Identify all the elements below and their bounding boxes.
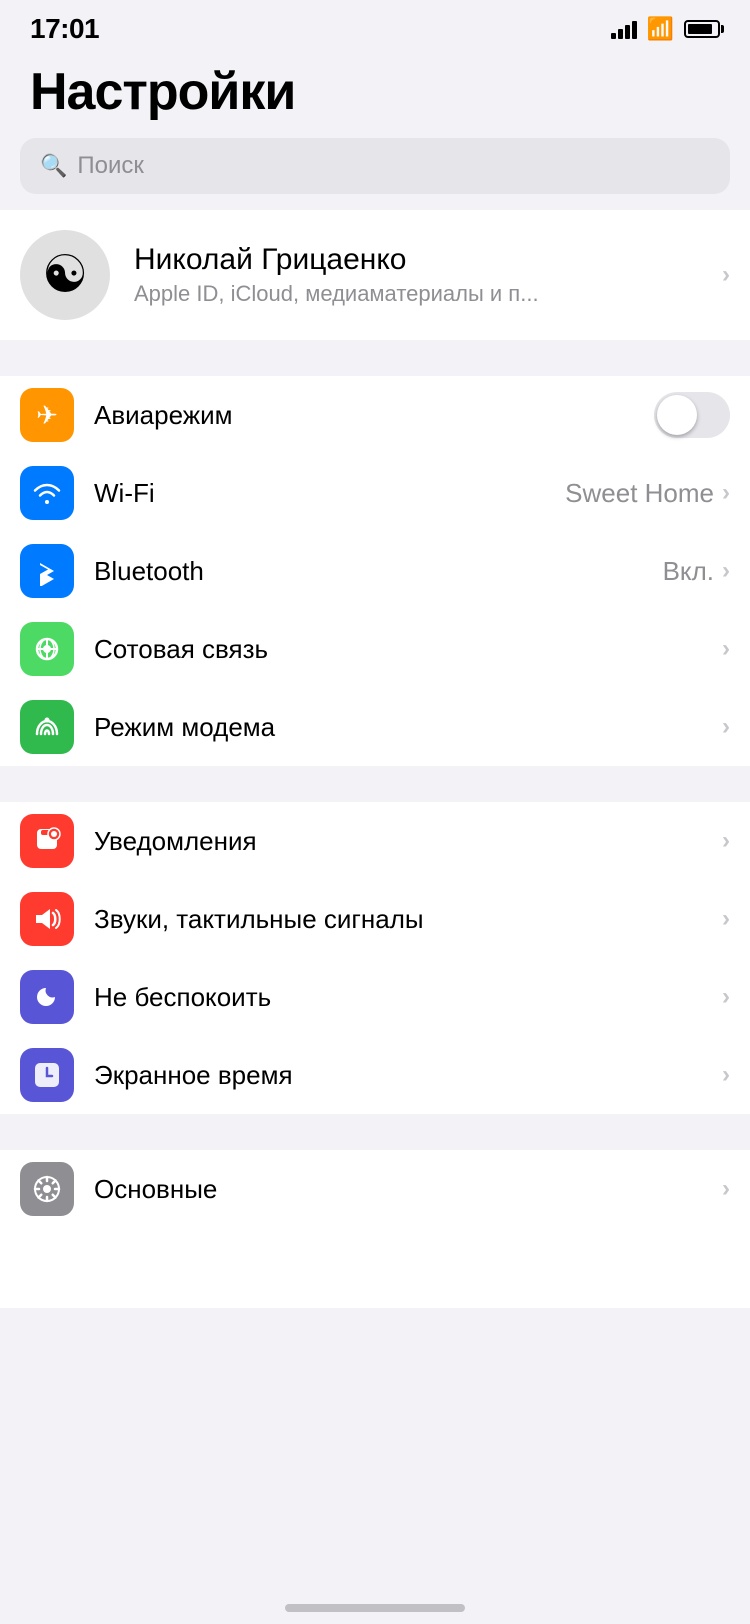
settings-item-dnd[interactable]: Не беспокоить › (0, 958, 750, 1036)
cellular-label: Сотовая связь (94, 634, 268, 665)
signal-icon (611, 19, 637, 39)
cellular-chevron: › (722, 635, 730, 663)
notifications-chevron: › (722, 827, 730, 855)
avatar: ☯ (20, 230, 110, 320)
profile-name: Николай Грицаенко (134, 243, 722, 277)
section-gap-3 (0, 1114, 750, 1150)
notifications-section: Уведомления › Звуки, тактильные сигналы … (0, 802, 750, 1114)
section-gap-1 (0, 340, 750, 376)
settings-item-general[interactable]: Основные › (0, 1150, 750, 1228)
sounds-label: Звуки, тактильные сигналы (94, 904, 424, 935)
bluetooth-label: Bluetooth (94, 556, 204, 587)
sounds-chevron: › (722, 905, 730, 933)
screentime-label: Экранное время (94, 1060, 293, 1091)
connectivity-section: ✈ Авиарежим Wi-Fi Sweet Home › (0, 376, 750, 766)
settings-item-bluetooth[interactable]: Bluetooth Вкл. › (0, 532, 750, 610)
dnd-label: Не беспокоить (94, 982, 271, 1013)
wifi-value: Sweet Home (565, 478, 714, 509)
hotspot-label: Режим модема (94, 712, 275, 743)
cellular-icon (20, 622, 74, 676)
general-section: Основные › (0, 1150, 750, 1228)
airplane-icon: ✈ (20, 388, 74, 442)
wifi-label: Wi-Fi (94, 478, 155, 509)
general-label: Основные (94, 1174, 217, 1205)
search-bar[interactable]: 🔍 Поиск (20, 138, 730, 194)
dnd-icon (20, 970, 74, 1024)
page-title: Настройки (30, 62, 720, 122)
airplane-label: Авиарежим (94, 400, 233, 431)
wifi-icon: 📶 (647, 16, 674, 42)
settings-item-sounds[interactable]: Звуки, тактильные сигналы › (0, 880, 750, 958)
page-title-container: Настройки (0, 54, 750, 138)
settings-item-screentime[interactable]: Экранное время › (0, 1036, 750, 1114)
airplane-toggle[interactable] (654, 392, 730, 438)
sounds-icon (20, 892, 74, 946)
wifi-chevron: › (722, 479, 730, 507)
wifi-settings-icon (20, 466, 74, 520)
settings-item-cellular[interactable]: Сотовая связь › (0, 610, 750, 688)
profile-info: Николай Грицаенко Apple ID, iCloud, меди… (134, 243, 722, 307)
general-icon (20, 1162, 74, 1216)
profile-subtitle: Apple ID, iCloud, медиаматериалы и п... (134, 281, 722, 307)
hotspot-chevron: › (722, 713, 730, 741)
section-gap-2 (0, 766, 750, 802)
settings-item-notifications[interactable]: Уведомления › (0, 802, 750, 880)
search-placeholder: Поиск (77, 152, 144, 180)
avatar-emoji: ☯ (42, 245, 89, 305)
search-icon: 🔍 (40, 153, 67, 179)
notifications-label: Уведомления (94, 826, 257, 857)
profile-item[interactable]: ☯ Николай Грицаенко Apple ID, iCloud, ме… (0, 210, 750, 340)
settings-item-airplane[interactable]: ✈ Авиарежим (0, 376, 750, 454)
notifications-icon (20, 814, 74, 868)
bluetooth-value: Вкл. (663, 556, 714, 587)
screentime-icon (20, 1048, 74, 1102)
profile-chevron: › (722, 261, 730, 289)
dnd-chevron: › (722, 983, 730, 1011)
status-time: 17:01 (30, 13, 99, 45)
bluetooth-icon (20, 544, 74, 598)
general-chevron: › (722, 1175, 730, 1203)
status-bar: 17:01 📶 (0, 0, 750, 54)
search-container[interactable]: 🔍 Поиск (0, 138, 750, 210)
screentime-chevron: › (722, 1061, 730, 1089)
home-indicator (285, 1604, 465, 1612)
battery-icon (684, 20, 720, 38)
settings-item-wifi[interactable]: Wi-Fi Sweet Home › (0, 454, 750, 532)
bluetooth-chevron: › (722, 557, 730, 585)
profile-section: ☯ Николай Грицаенко Apple ID, iCloud, ме… (0, 210, 750, 340)
settings-item-hotspot[interactable]: Режим модема › (0, 688, 750, 766)
status-icons: 📶 (611, 16, 720, 42)
hotspot-icon (20, 700, 74, 754)
